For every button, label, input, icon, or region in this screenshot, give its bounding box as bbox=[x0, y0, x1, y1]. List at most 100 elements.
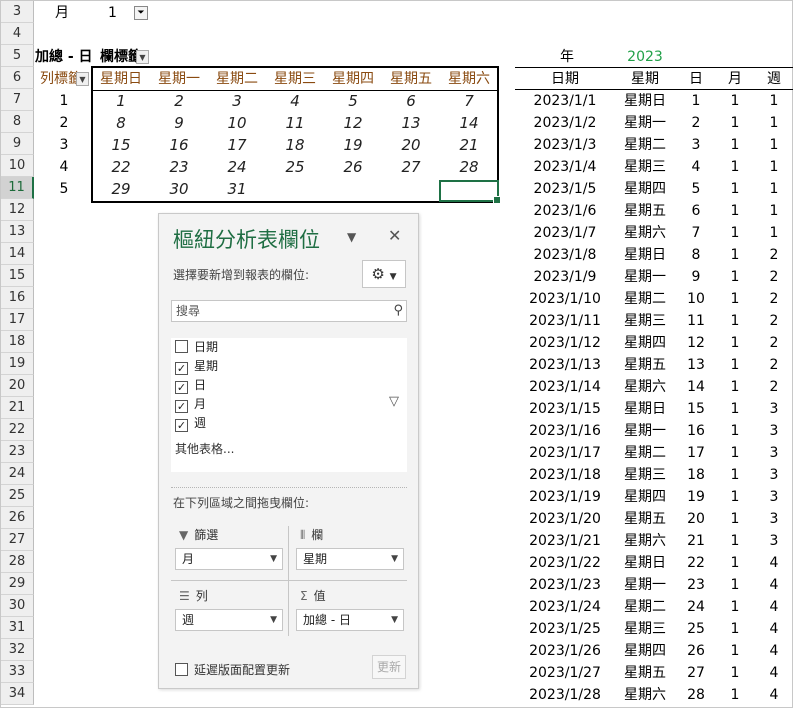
table-cell[interactable]: 6 bbox=[677, 200, 715, 222]
pane-options-dropdown-icon[interactable]: ▼ bbox=[347, 230, 356, 244]
row-header[interactable]: 15 bbox=[1, 265, 34, 287]
table-cell[interactable]: 1 bbox=[716, 486, 754, 508]
table-cell[interactable]: 2023/1/20 bbox=[515, 508, 615, 530]
table-cell[interactable]: 1 bbox=[716, 310, 754, 332]
table-cell[interactable]: 1 bbox=[716, 222, 754, 244]
table-cell[interactable]: 星期二 bbox=[610, 134, 680, 156]
table-cell[interactable]: 2023/1/3 bbox=[515, 134, 615, 156]
table-cell[interactable]: 3 bbox=[755, 442, 793, 464]
table-cell[interactable]: 2023/1/7 bbox=[515, 222, 615, 244]
table-cell[interactable]: 4 bbox=[677, 156, 715, 178]
table-cell[interactable]: 星期日 bbox=[610, 90, 680, 112]
table-cell[interactable]: 2023/1/4 bbox=[515, 156, 615, 178]
active-cell[interactable] bbox=[439, 180, 501, 204]
table-cell[interactable]: 星期二 bbox=[610, 442, 680, 464]
table-cell[interactable]: 25 bbox=[677, 618, 715, 640]
table-cell[interactable]: 星期四 bbox=[610, 640, 680, 662]
table-cell[interactable]: 1 bbox=[755, 178, 793, 200]
filters-area-field[interactable]: 月 ▼ bbox=[175, 548, 283, 570]
row-header[interactable]: 31 bbox=[1, 617, 34, 639]
table-cell[interactable]: 1 bbox=[716, 552, 754, 574]
table-cell[interactable]: 1 bbox=[716, 354, 754, 376]
table-cell[interactable]: 1 bbox=[716, 288, 754, 310]
row-header[interactable]: 9 bbox=[1, 133, 34, 155]
row-header[interactable]: 21 bbox=[1, 397, 34, 419]
row-header[interactable]: 3 bbox=[1, 1, 34, 23]
table-cell[interactable]: 2023/1/13 bbox=[515, 354, 615, 376]
table-cell[interactable]: 3 bbox=[677, 134, 715, 156]
table-cell[interactable]: 3 bbox=[755, 530, 793, 552]
table-cell[interactable]: 2023/1/1 bbox=[515, 90, 615, 112]
close-icon[interactable]: ✕ bbox=[388, 226, 401, 245]
table-cell[interactable]: 3 bbox=[755, 420, 793, 442]
table-cell[interactable]: 2023/1/25 bbox=[515, 618, 615, 640]
field-item[interactable]: 日期 bbox=[175, 338, 218, 356]
row-header[interactable]: 18 bbox=[1, 331, 34, 353]
row-header[interactable]: 32 bbox=[1, 639, 34, 661]
rows-area-field[interactable]: 週 ▼ bbox=[175, 609, 283, 631]
row-header[interactable]: 14 bbox=[1, 243, 34, 265]
checkbox-icon[interactable]: ✓ bbox=[175, 381, 188, 394]
table-cell[interactable]: 2023/1/18 bbox=[515, 464, 615, 486]
table-cell[interactable]: 1 bbox=[716, 200, 754, 222]
funnel-icon[interactable]: ▽ bbox=[389, 394, 399, 409]
table-cell[interactable]: 1 bbox=[755, 134, 793, 156]
table-cell[interactable]: 8 bbox=[677, 244, 715, 266]
table-cell[interactable]: 1 bbox=[716, 442, 754, 464]
table-cell[interactable]: 1 bbox=[716, 662, 754, 684]
table-cell[interactable]: 1 bbox=[716, 508, 754, 530]
table-cell[interactable]: 3 bbox=[755, 486, 793, 508]
table-cell[interactable]: 2023/1/12 bbox=[515, 332, 615, 354]
table-cell[interactable]: 星期四 bbox=[610, 332, 680, 354]
row-header[interactable]: 5 bbox=[1, 45, 34, 67]
table-cell[interactable]: 1 bbox=[716, 640, 754, 662]
table-cell[interactable]: 1 bbox=[716, 684, 754, 706]
table-cell[interactable]: 22 bbox=[677, 552, 715, 574]
table-cell[interactable]: 1 bbox=[716, 134, 754, 156]
table-cell[interactable]: 5 bbox=[677, 178, 715, 200]
table-cell[interactable]: 星期一 bbox=[610, 574, 680, 596]
table-cell[interactable]: 2023/1/5 bbox=[515, 178, 615, 200]
table-cell[interactable]: 1 bbox=[716, 530, 754, 552]
table-cell[interactable]: 1 bbox=[716, 618, 754, 640]
checkbox-icon[interactable]: ✓ bbox=[175, 400, 188, 413]
table-cell[interactable]: 星期五 bbox=[610, 354, 680, 376]
table-cell[interactable]: 2 bbox=[755, 288, 793, 310]
table-cell[interactable]: 3 bbox=[755, 398, 793, 420]
table-cell[interactable]: 28 bbox=[677, 684, 715, 706]
row-header[interactable]: 34 bbox=[1, 683, 34, 705]
table-cell[interactable]: 4 bbox=[755, 662, 793, 684]
defer-layout-checkbox[interactable]: 延遲版面配置更新 bbox=[175, 661, 290, 678]
row-header[interactable]: 27 bbox=[1, 529, 34, 551]
table-cell[interactable]: 2023/1/17 bbox=[515, 442, 615, 464]
table-cell[interactable]: 1 bbox=[716, 398, 754, 420]
year-value[interactable]: 2023 bbox=[620, 46, 670, 68]
table-cell[interactable]: 2 bbox=[677, 112, 715, 134]
table-cell[interactable]: 1 bbox=[716, 266, 754, 288]
table-cell[interactable]: 1 bbox=[755, 200, 793, 222]
table-cell[interactable]: 2023/1/11 bbox=[515, 310, 615, 332]
table-cell[interactable]: 星期日 bbox=[610, 398, 680, 420]
row-header[interactable]: 33 bbox=[1, 661, 34, 683]
table-cell[interactable]: 4 bbox=[755, 596, 793, 618]
table-cell[interactable]: 1 bbox=[716, 332, 754, 354]
table-cell[interactable]: 4 bbox=[755, 552, 793, 574]
table-cell[interactable]: 12 bbox=[677, 332, 715, 354]
table-cell[interactable]: 3 bbox=[755, 464, 793, 486]
table-cell[interactable]: 星期三 bbox=[610, 618, 680, 640]
table-cell[interactable]: 7 bbox=[677, 222, 715, 244]
table-cell[interactable]: 2 bbox=[755, 310, 793, 332]
table-cell[interactable]: 星期日 bbox=[610, 552, 680, 574]
table-cell[interactable]: 星期六 bbox=[610, 222, 680, 244]
table-cell[interactable]: 1 bbox=[716, 376, 754, 398]
table-cell[interactable]: 16 bbox=[677, 420, 715, 442]
table-cell[interactable]: 2023/1/26 bbox=[515, 640, 615, 662]
row-header[interactable]: 25 bbox=[1, 485, 34, 507]
row-header[interactable]: 7 bbox=[1, 89, 34, 111]
gear-icon[interactable]: ⚙ ▼ bbox=[362, 260, 406, 288]
table-cell[interactable]: 11 bbox=[677, 310, 715, 332]
table-cell[interactable]: 3 bbox=[755, 508, 793, 530]
table-cell[interactable]: 26 bbox=[677, 640, 715, 662]
row-header[interactable]: 26 bbox=[1, 507, 34, 529]
table-cell[interactable]: 星期二 bbox=[610, 288, 680, 310]
